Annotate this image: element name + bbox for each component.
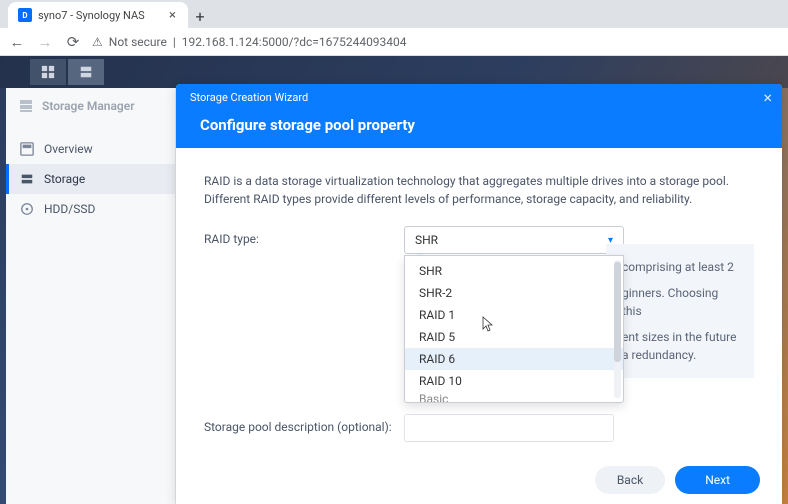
nav-overview-label: Overview — [44, 142, 93, 156]
not-secure-label: Not secure — [109, 35, 167, 49]
raid-option-raid-10[interactable]: RAID 10 — [405, 370, 623, 392]
raid-option-shr[interactable]: SHR — [405, 260, 623, 282]
wizard-heading: Configure storage pool property — [176, 110, 782, 148]
favicon-icon: D — [18, 8, 32, 22]
raid-type-select[interactable]: SHR ▾ — [404, 226, 624, 254]
url-separator: | — [173, 35, 176, 49]
next-button[interactable]: Next — [675, 466, 760, 494]
tab-title: syno7 - Synology NAS — [38, 9, 145, 22]
raid-option-raid-5[interactable]: RAID 5 — [405, 326, 623, 348]
wizard-titlebar-text: Storage Creation Wizard — [190, 91, 308, 104]
wizard-footer: Back Next — [176, 456, 782, 504]
forward-icon: → — [36, 33, 54, 51]
raid-option-raid-1[interactable]: RAID 1 — [405, 304, 623, 326]
wizard-body: RAID is a data storage virtualization te… — [176, 148, 782, 456]
address-bar: ← → ⟳ ⚠ Not secure | 192.168.1.124:5000/… — [0, 28, 788, 56]
storage-manager-icon — [18, 98, 34, 114]
wizard-description: RAID is a data storage virtualization te… — [204, 172, 754, 208]
close-tab-icon[interactable]: × — [167, 8, 178, 23]
description-row: Storage pool description (optional): — [204, 414, 754, 442]
storage-manager-title: Storage Manager — [42, 99, 135, 113]
info-line-4: a redundancy. — [622, 348, 696, 362]
description-label: Storage pool description (optional): — [204, 414, 404, 434]
browser-chrome: D syno7 - Synology NAS × + ← → ⟳ ⚠ Not s… — [0, 0, 788, 56]
tab-bar: D syno7 - Synology NAS × + — [0, 0, 788, 28]
nav-hdd-ssd[interactable]: HDD/SSD — [6, 194, 175, 224]
hdd-icon — [20, 202, 34, 216]
nav-storage[interactable]: Storage — [6, 164, 175, 194]
raid-option-shr-2[interactable]: SHR-2 — [405, 282, 623, 304]
back-button[interactable]: Back — [595, 466, 665, 494]
taskbar-grid-icon[interactable] — [30, 59, 66, 85]
storage-creation-wizard: Storage Creation Wizard × Configure stor… — [176, 84, 782, 504]
storage-manager-header: Storage Manager — [6, 88, 175, 124]
storage-manager-window: Storage Manager Overview Storage HDD/SSD — [6, 88, 176, 504]
overview-icon — [20, 142, 34, 156]
reload-icon[interactable]: ⟳ — [64, 33, 82, 51]
browser-tab[interactable]: D syno7 - Synology NAS × — [8, 2, 188, 28]
storage-icon — [20, 172, 34, 186]
nav-storage-label: Storage — [44, 172, 85, 186]
new-tab-button[interactable]: + — [188, 4, 212, 28]
url-area[interactable]: ⚠ Not secure | 192.168.1.124:5000/?dc=16… — [92, 35, 407, 49]
info-line-2: ginners. Choosing this — [622, 286, 718, 318]
raid-option-basic[interactable]: Basic — [405, 392, 623, 403]
raid-type-dropdown: SHR SHR-2 RAID 1 RAID 5 RAID 6 RAID 10 B… — [404, 255, 624, 403]
dropdown-scrollbar[interactable] — [614, 260, 621, 398]
description-input[interactable] — [404, 414, 614, 442]
wizard-header: Storage Creation Wizard × Configure stor… — [176, 84, 782, 148]
storage-manager-nav: Overview Storage HDD/SSD — [6, 124, 175, 224]
nav-overview[interactable]: Overview — [6, 134, 175, 164]
raid-option-raid-6[interactable]: RAID 6 — [405, 348, 623, 370]
url-text: 192.168.1.124:5000/?dc=1675244093404 — [182, 35, 407, 49]
info-line-3: ent sizes in the future — [622, 330, 736, 344]
not-secure-icon: ⚠ — [92, 35, 103, 49]
raid-info-panel: comprising at least 2 ginners. Choosing … — [606, 244, 754, 378]
taskbar-storage-icon[interactable] — [68, 59, 104, 85]
nav-hdd-ssd-label: HDD/SSD — [44, 202, 95, 216]
raid-type-selected: SHR — [415, 233, 438, 247]
back-icon[interactable]: ← — [8, 33, 26, 51]
raid-type-label: RAID type: — [204, 226, 404, 246]
close-icon[interactable]: × — [763, 88, 772, 107]
dropdown-scroll-thumb[interactable] — [614, 262, 621, 362]
info-line-1: comprising at least 2 — [622, 260, 734, 274]
